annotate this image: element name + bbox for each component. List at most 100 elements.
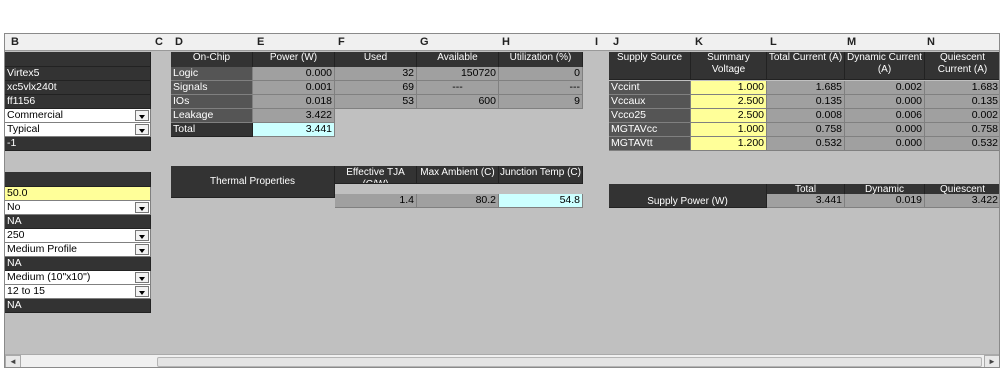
column-header-m[interactable]: M — [847, 36, 856, 48]
onchip-used-cell[interactable]: 53 — [335, 95, 417, 109]
settings-na-cell-1[interactable]: NA — [5, 215, 151, 229]
column-header-row: B C D E F G H I J K L M N — [5, 34, 999, 51]
onchip-available-cell[interactable]: 600 — [417, 95, 499, 109]
onchip-power-cell[interactable]: 3.422 — [253, 109, 335, 123]
settings-device-cell[interactable]: xc5vlx240t — [5, 81, 151, 95]
onchip-util-cell[interactable]: --- — [499, 81, 583, 95]
supply-dynamic-current-cell[interactable]: 0.000 — [845, 95, 925, 109]
supply-dynamic-current-cell[interactable]: 0.002 — [845, 81, 925, 95]
chevron-down-icon[interactable] — [135, 202, 149, 213]
chevron-down-icon[interactable] — [135, 272, 149, 283]
horizontal-scrollbar[interactable]: ◄ ► — [5, 354, 999, 367]
thermal-properties-label: Thermal Properties — [171, 166, 335, 198]
settings-ambient-temp-input[interactable]: 50.0 — [5, 187, 151, 201]
supply-power-dynamic-value[interactable]: 0.019 — [845, 194, 925, 208]
settings-package-cell[interactable]: ff1156 — [5, 95, 151, 109]
thermal-tja-value[interactable]: 1.4 — [335, 194, 417, 208]
onchip-used-cell[interactable]: 32 — [335, 67, 417, 81]
onchip-row-name[interactable]: Signals — [171, 81, 253, 95]
column-header-d[interactable]: D — [175, 36, 183, 48]
thermal-tja-header: Effective TJA (C/W) — [335, 166, 417, 184]
settings-family-cell[interactable]: Virtex5 — [5, 67, 151, 81]
column-header-i[interactable]: I — [595, 36, 598, 48]
onchip-power-cell[interactable]: 0.000 — [253, 67, 335, 81]
onchip-used-cell[interactable]: 69 — [335, 81, 417, 95]
chevron-down-icon[interactable] — [135, 286, 149, 297]
settings-heatsink-select[interactable]: Medium Profile — [5, 243, 151, 257]
total-current-header: Total Current (A) — [767, 52, 845, 80]
supply-source-cell[interactable]: Vcco25 — [609, 109, 691, 123]
settings-na-cell-3[interactable]: NA — [5, 299, 151, 313]
onchip-row-name[interactable]: Leakage — [171, 109, 253, 123]
settings-process-value: Typical — [7, 123, 40, 135]
chevron-down-icon[interactable] — [135, 230, 149, 241]
onchip-total-power-cell[interactable]: 3.441 — [253, 123, 335, 137]
supply-power-quiescent-value[interactable]: 3.422 — [925, 194, 999, 208]
supply-dynamic-current-cell[interactable]: 0.000 — [845, 137, 925, 151]
supply-dynamic-current-cell[interactable]: 0.006 — [845, 109, 925, 123]
scroll-right-arrow-icon[interactable]: ► — [984, 355, 999, 367]
onchip-power-cell[interactable]: 0.018 — [253, 95, 335, 109]
onchip-util-cell[interactable]: 9 — [499, 95, 583, 109]
supply-quiescent-current-cell[interactable]: 0.002 — [925, 109, 999, 123]
supply-voltage-input[interactable]: 2.500 — [691, 109, 767, 123]
column-header-l[interactable]: L — [770, 36, 777, 48]
supply-dynamic-current-cell[interactable]: 0.000 — [845, 123, 925, 137]
thermal-junction-temp-value[interactable]: 54.8 — [499, 194, 583, 208]
supply-total-current-cell[interactable]: 1.685 — [767, 81, 845, 95]
column-header-g[interactable]: G — [420, 36, 429, 48]
chevron-down-icon[interactable] — [135, 244, 149, 255]
settings-board-layers-select[interactable]: 12 to 15 — [5, 285, 151, 299]
supply-power-total-value[interactable]: 3.441 — [767, 194, 845, 208]
onchip-row-name[interactable]: IOs — [171, 95, 253, 109]
scrollbar-thumb[interactable] — [157, 357, 982, 367]
settings-temp-grade-select[interactable]: Commercial — [5, 109, 151, 123]
column-header-e[interactable]: E — [257, 36, 264, 48]
supply-total-current-cell[interactable]: 0.135 — [767, 95, 845, 109]
supply-source-cell[interactable]: MGTAVtt — [609, 137, 691, 151]
settings-process-select[interactable]: Typical — [5, 123, 151, 137]
onchip-available-cell[interactable]: 150720 — [417, 67, 499, 81]
supply-total-current-cell[interactable]: 0.008 — [767, 109, 845, 123]
settings-board-size-select[interactable]: Medium (10"x10") — [5, 271, 151, 285]
onchip-available-cell[interactable]: --- — [417, 81, 499, 95]
supply-source-header: Supply Source — [609, 52, 691, 80]
supply-quiescent-current-cell[interactable]: 0.758 — [925, 123, 999, 137]
onchip-power-cell[interactable]: 0.001 — [253, 81, 335, 95]
thermal-max-ambient-value[interactable]: 80.2 — [417, 194, 499, 208]
supply-total-current-cell[interactable]: 0.532 — [767, 137, 845, 151]
settings-lower-header-cell — [5, 172, 151, 187]
supply-source-cell[interactable]: Vccint — [609, 81, 691, 95]
supply-voltage-input[interactable]: 1.000 — [691, 123, 767, 137]
thermal-max-ambient-header: Max Ambient (C) — [417, 166, 499, 184]
settings-speed-grade-cell[interactable]: -1 — [5, 137, 151, 151]
onchip-row-name[interactable]: Total — [171, 123, 253, 137]
chevron-down-icon[interactable] — [135, 110, 149, 121]
scroll-left-arrow-icon[interactable]: ◄ — [5, 355, 21, 367]
supply-quiescent-current-cell[interactable]: 0.532 — [925, 137, 999, 151]
column-header-c[interactable]: C — [155, 36, 163, 48]
column-header-n[interactable]: N — [927, 36, 935, 48]
column-header-h[interactable]: H — [502, 36, 510, 48]
onchip-util-cell[interactable]: 0 — [499, 67, 583, 81]
supply-total-current-cell[interactable]: 0.758 — [767, 123, 845, 137]
spreadsheet-grid: B C D E F G H I J K L M N Virtex5 xc5vlx… — [4, 33, 1000, 368]
settings-airflow-value: No — [7, 201, 21, 213]
supply-quiescent-current-cell[interactable]: 1.683 — [925, 81, 999, 95]
chevron-down-icon[interactable] — [135, 124, 149, 135]
settings-lfm-select[interactable]: 250 — [5, 229, 151, 243]
supply-source-cell[interactable]: MGTAVcc — [609, 123, 691, 137]
onchip-row-name[interactable]: Logic — [171, 67, 253, 81]
column-header-j[interactable]: J — [613, 36, 619, 48]
column-header-b[interactable]: B — [11, 36, 19, 48]
supply-voltage-input[interactable]: 2.500 — [691, 95, 767, 109]
supply-voltage-input[interactable]: 1.200 — [691, 137, 767, 151]
settings-board-size-value: Medium (10"x10") — [7, 271, 91, 283]
column-header-k[interactable]: K — [695, 36, 703, 48]
supply-voltage-input[interactable]: 1.000 — [691, 81, 767, 95]
supply-source-cell[interactable]: Vccaux — [609, 95, 691, 109]
column-header-f[interactable]: F — [338, 36, 345, 48]
supply-quiescent-current-cell[interactable]: 0.135 — [925, 95, 999, 109]
settings-na-cell-2[interactable]: NA — [5, 257, 151, 271]
settings-airflow-select[interactable]: No — [5, 201, 151, 215]
